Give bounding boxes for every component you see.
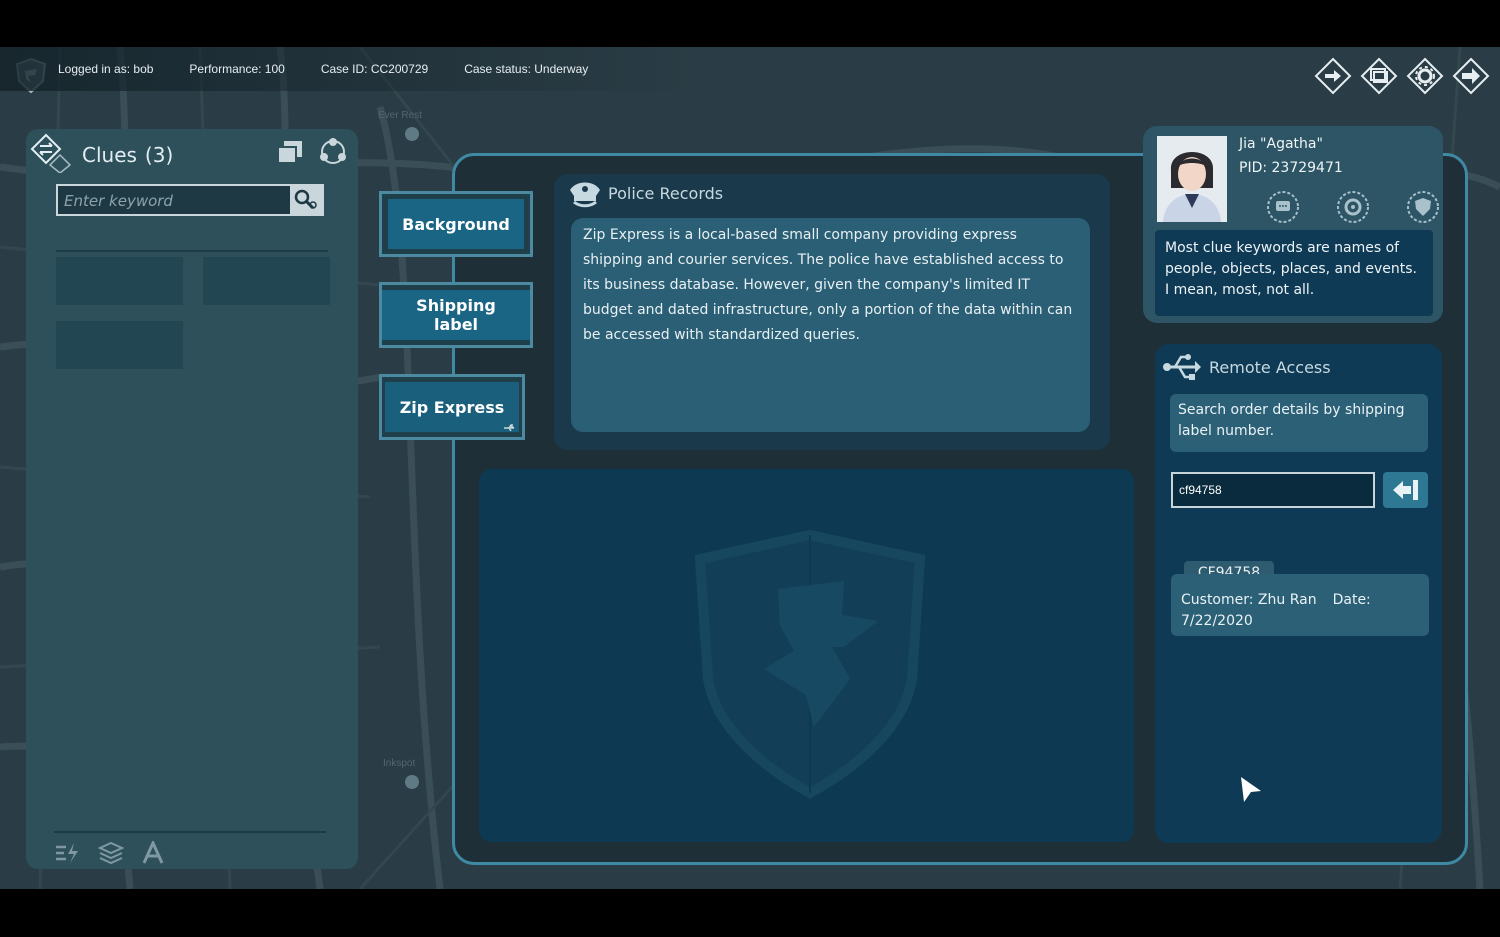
case-status-label: Case status: Underway [464,62,589,76]
login-diamond-button[interactable] [1314,57,1352,95]
tab-zip-express-label: Zip Express [385,382,519,432]
exit-diamond-icon [1452,57,1490,95]
clue-tools [54,841,164,865]
top-right-toolbar [1314,57,1490,95]
usb-mini-icon [504,424,515,432]
clue-card-slot[interactable] [56,257,183,305]
copy-clues-icon[interactable] [276,139,304,165]
assistant-name: Jia "Agatha" [1239,136,1323,152]
police-cap-icon [570,182,600,208]
police-records-text: Zip Express is a local-based small compa… [571,218,1090,432]
search-icon [294,189,317,210]
agency-emblem-watermark [694,529,926,799]
usb-icon [1163,354,1201,380]
clue-search-button[interactable] [290,186,322,214]
mouse-cursor-icon [1241,777,1261,802]
clue-search-box [56,184,324,216]
assistant-profile-card: Jia "Agatha" PID: 23729471 Most clue key… [1143,126,1443,323]
submit-query-button[interactable] [1383,472,1428,508]
clues-panel: Clues (3) [26,129,358,869]
network-clues-icon[interactable] [318,137,348,167]
tab-background[interactable]: Background [379,191,533,257]
assistant-portrait [1157,136,1227,222]
map-label-ever-rest: Ever Rest [378,110,422,121]
shield-badge-icon[interactable] [1405,189,1441,225]
clues-title: Clues (3) [82,143,173,167]
portrait-avatar [1157,136,1227,222]
login-diamond-icon [1314,57,1352,95]
font-icon[interactable] [142,841,164,865]
clue-search-input[interactable] [58,186,298,216]
clues-title-text: Clues [82,143,137,167]
order-result-card[interactable]: Customer: Zhu Ran Date: 7/22/2020 [1171,574,1429,636]
assistant-pid: PID: 23729471 [1239,160,1343,176]
status-bar: Logged in as: bob Performance: 100 Case … [0,47,698,91]
performance-label: Performance: 100 [189,62,285,76]
tab-shipping-label[interactable]: Shipping label [379,282,533,348]
chat-icon[interactable] [1265,189,1301,225]
assistant-actions [1265,189,1441,225]
clues-diamond-icon [30,133,72,173]
case-id-label: Case ID: CC200729 [320,62,429,76]
remote-access-title: Remote Access [1209,358,1331,377]
remote-access-panel: Remote Access Search order details by sh… [1155,344,1442,843]
shipping-label-input[interactable] [1171,472,1375,508]
remote-access-hint: Search order details by shipping label n… [1170,394,1428,452]
clue-card-slot[interactable] [203,257,330,305]
police-records-title: Police Records [608,184,724,203]
logged-in-label: Logged in as: bob [58,62,154,76]
order-date-label: Date: [1332,592,1371,608]
evidence-image-pane [479,469,1134,842]
window-diamond-button[interactable] [1360,57,1398,95]
tab-background-label: Background [388,199,524,249]
layers-icon[interactable] [98,841,124,865]
settings-diamond-icon [1406,57,1444,95]
enter-arrow-icon [1392,480,1418,500]
map-label-inkspot: Inkspot [383,758,415,769]
order-date: 7/22/2020 [1181,613,1253,629]
police-records-panel: Police Records Zip Express is a local-ba… [554,174,1110,450]
clues-count: (3) [144,143,174,167]
clue-card-slot[interactable] [56,321,183,369]
order-customer: Customer: Zhu Ran [1181,592,1317,608]
gear-badge-icon[interactable] [1335,189,1371,225]
assistant-message: Most clue keywords are names of people, … [1155,230,1433,316]
exit-diamond-button[interactable] [1452,57,1490,95]
clue-divider [56,250,328,252]
window-diamond-icon [1360,57,1398,95]
game-screen: Ever Rest Inkspot Logged in as: bob Perf… [0,47,1500,889]
tab-zip-express[interactable]: Zip Express [379,374,525,440]
clue-tools-divider [54,831,326,833]
settings-diamond-button[interactable] [1406,57,1444,95]
tab-shipping-label-label: Shipping label [382,290,530,340]
sort-icon[interactable] [54,841,80,865]
